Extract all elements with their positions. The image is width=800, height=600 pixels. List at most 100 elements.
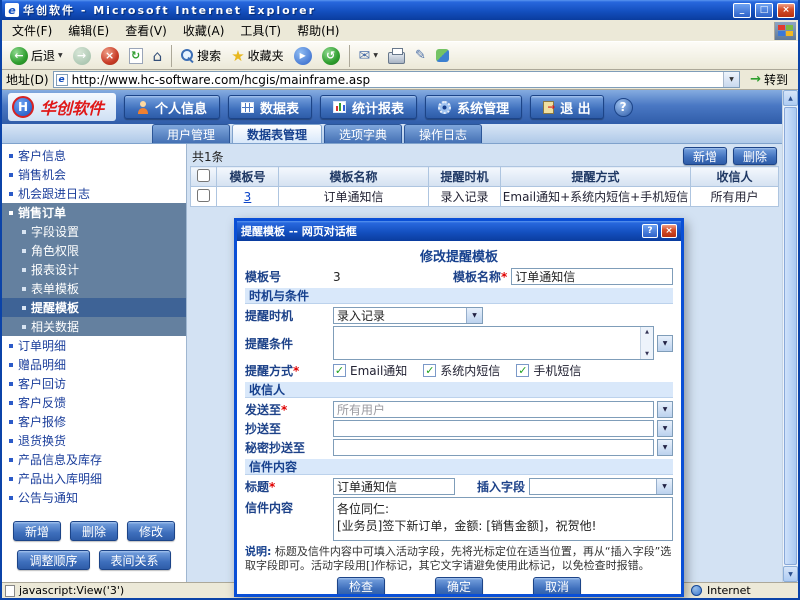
minimize-button[interactable]: _ bbox=[733, 2, 751, 18]
menu-tools[interactable]: 工具(T) bbox=[232, 20, 289, 41]
favorites-button[interactable]: ★ 收藏夹 bbox=[227, 46, 287, 66]
sidebar-item-lead-log[interactable]: 机会跟进日志 bbox=[2, 184, 186, 203]
stop-button[interactable]: × bbox=[97, 46, 123, 66]
back-button[interactable]: ← 后退 ▼ bbox=[6, 46, 67, 66]
add-record-button[interactable]: 新增 bbox=[682, 147, 727, 165]
address-input[interactable]: e http://www.hc-software.com/hcgis/mainf… bbox=[52, 71, 741, 88]
internal-sms-checkbox[interactable]: ✓ bbox=[423, 364, 437, 377]
refresh-button[interactable]: ↻ bbox=[125, 47, 147, 65]
internal-sms-checkbox-label[interactable]: 系统内短信 bbox=[440, 362, 500, 379]
forward-button[interactable]: → bbox=[69, 46, 95, 66]
textarea-scrollbar[interactable]: ▲ ▼ bbox=[640, 327, 653, 359]
scrollbar-track[interactable] bbox=[783, 106, 798, 566]
chevron-down-icon[interactable]: ▼ bbox=[656, 479, 672, 494]
email-checkbox[interactable]: ✓ bbox=[333, 364, 346, 377]
sidebar-item-product-inventory[interactable]: 产品信息及库存 bbox=[2, 450, 186, 469]
insert-field-select[interactable]: ▼ bbox=[529, 478, 673, 495]
mobile-sms-checkbox-label[interactable]: 手机短信 bbox=[533, 362, 581, 379]
sidebar-item-related-data[interactable]: 相关数据 bbox=[2, 317, 186, 336]
delete-record-button[interactable]: 删除 bbox=[732, 147, 777, 165]
sidebar-item-gift-details[interactable]: 赠品明细 bbox=[2, 355, 186, 374]
nav-data-tables[interactable]: 数据表 bbox=[228, 95, 313, 119]
sidebar-item-form-templates[interactable]: 表单模板 bbox=[2, 279, 186, 298]
messenger-button[interactable] bbox=[432, 48, 453, 63]
nav-reports[interactable]: 统计报表 bbox=[320, 95, 418, 119]
media-button[interactable]: ▶ bbox=[290, 46, 316, 66]
send-to-picker-button[interactable]: ▼ bbox=[657, 401, 673, 418]
menu-help[interactable]: 帮助(H) bbox=[289, 20, 347, 41]
sidebar-item-reminder-templates[interactable]: 提醒模板 bbox=[2, 298, 186, 317]
mobile-sms-checkbox[interactable]: ✓ bbox=[516, 364, 530, 377]
cancel-button[interactable]: 取消 bbox=[533, 576, 582, 594]
tab-table-management[interactable]: 数据表管理 bbox=[232, 124, 323, 143]
sidebar-reorder-button[interactable]: 调整顺序 bbox=[17, 550, 90, 570]
sidebar-item-order-details[interactable]: 订单明细 bbox=[2, 336, 186, 355]
subject-input[interactable] bbox=[333, 478, 455, 495]
address-dropdown-icon[interactable]: ▼ bbox=[723, 72, 740, 87]
maximize-button[interactable]: □ bbox=[755, 2, 773, 18]
sidebar-item-field-settings[interactable]: 字段设置 bbox=[2, 222, 186, 241]
help-button[interactable]: ? bbox=[613, 97, 633, 117]
nav-logout[interactable]: 退 出 bbox=[530, 95, 604, 119]
close-button[interactable]: × bbox=[777, 2, 795, 18]
cc-input[interactable] bbox=[333, 420, 654, 437]
email-checkbox-label[interactable]: Email通知 bbox=[350, 362, 407, 379]
select-all-checkbox[interactable] bbox=[197, 168, 210, 182]
tab-option-dictionary[interactable]: 选项字典 bbox=[324, 124, 403, 143]
sidebar-item-sales-leads[interactable]: 销售机会 bbox=[2, 165, 186, 184]
check-button[interactable]: 检查 bbox=[336, 576, 385, 594]
dialog-help-button[interactable]: ? bbox=[642, 224, 658, 238]
sidebar-modify-button[interactable]: 修改 bbox=[127, 521, 176, 541]
sidebar-item-customer-info[interactable]: 客户信息 bbox=[2, 146, 186, 165]
cc-picker-button[interactable]: ▼ bbox=[657, 420, 673, 437]
template-id-link[interactable]: 3 bbox=[244, 190, 252, 204]
scroll-down-icon[interactable]: ▼ bbox=[645, 351, 649, 357]
print-button[interactable] bbox=[384, 47, 409, 65]
sidebar-item-customer-visits[interactable]: 客户回访 bbox=[2, 374, 186, 393]
mail-button[interactable]: ✉ ▼ bbox=[355, 47, 382, 65]
menu-favorites[interactable]: 收藏(A) bbox=[175, 20, 233, 41]
sidebar-item-customer-repairs[interactable]: 客户报修 bbox=[2, 412, 186, 431]
tab-operation-log[interactable]: 操作日志 bbox=[404, 124, 483, 143]
condition-picker-button[interactable]: ▼ bbox=[657, 334, 673, 352]
sidebar-delete-button[interactable]: 删除 bbox=[69, 521, 118, 541]
chevron-down-icon[interactable]: ▼ bbox=[466, 308, 482, 323]
sidebar-item-stock-movements[interactable]: 产品出入库明细 bbox=[2, 469, 186, 488]
tab-user-management[interactable]: 用户管理 bbox=[152, 124, 231, 143]
edit-button[interactable]: ✎ bbox=[411, 47, 430, 64]
sidebar-item-report-design[interactable]: 报表设计 bbox=[2, 260, 186, 279]
search-button[interactable]: 搜索 bbox=[177, 46, 225, 65]
condition-textarea[interactable] bbox=[333, 326, 654, 360]
menu-view[interactable]: 查看(V) bbox=[117, 20, 175, 41]
nav-personal-info[interactable]: 个人信息 bbox=[124, 95, 221, 119]
home-button[interactable]: ⌂ bbox=[149, 46, 167, 66]
sidebar-item-customer-feedback[interactable]: 客户反馈 bbox=[2, 393, 186, 412]
history-button[interactable]: ↺ bbox=[318, 46, 344, 66]
dialog-close-button[interactable]: × bbox=[661, 224, 677, 238]
bcc-input[interactable] bbox=[333, 439, 654, 456]
scrollbar-thumb[interactable] bbox=[784, 107, 797, 565]
scroll-down-icon[interactable]: ▼ bbox=[783, 566, 798, 582]
page-scrollbar[interactable]: ▲ ▼ bbox=[782, 90, 798, 582]
back-dropdown-icon[interactable]: ▼ bbox=[58, 52, 63, 59]
mail-dropdown-icon[interactable]: ▼ bbox=[373, 52, 378, 59]
nav-system-admin[interactable]: 系统管理 bbox=[425, 95, 523, 119]
row-select-checkbox[interactable] bbox=[197, 188, 210, 202]
sidebar-item-returns[interactable]: 退货换货 bbox=[2, 431, 186, 450]
bcc-picker-button[interactable]: ▼ bbox=[657, 439, 673, 456]
sidebar-group-sales-orders[interactable]: 销售订单 bbox=[2, 203, 186, 222]
ok-button[interactable]: 确定 bbox=[434, 576, 483, 594]
scroll-up-icon[interactable]: ▲ bbox=[783, 90, 798, 106]
scroll-up-icon[interactable]: ▲ bbox=[645, 329, 649, 335]
sidebar-item-role-permissions[interactable]: 角色权限 bbox=[2, 241, 186, 260]
address-url[interactable]: http://www.hc-software.com/hcgis/mainfra… bbox=[72, 73, 719, 87]
send-to-input[interactable] bbox=[333, 401, 654, 418]
timing-select[interactable]: 录入记录 ▼ bbox=[333, 307, 483, 324]
menu-file[interactable]: 文件(F) bbox=[4, 20, 60, 41]
template-name-input[interactable] bbox=[511, 268, 673, 285]
sidebar-table-relations-button[interactable]: 表间关系 bbox=[98, 550, 171, 570]
go-button[interactable]: → 转到 bbox=[744, 70, 794, 89]
mail-body-textarea[interactable]: 各位同仁: [业务员]签下新订单，金额: [销售金额]，祝贺他! bbox=[333, 497, 673, 541]
sidebar-add-button[interactable]: 新增 bbox=[12, 521, 61, 541]
sidebar-item-announcements[interactable]: 公告与通知 bbox=[2, 488, 186, 507]
